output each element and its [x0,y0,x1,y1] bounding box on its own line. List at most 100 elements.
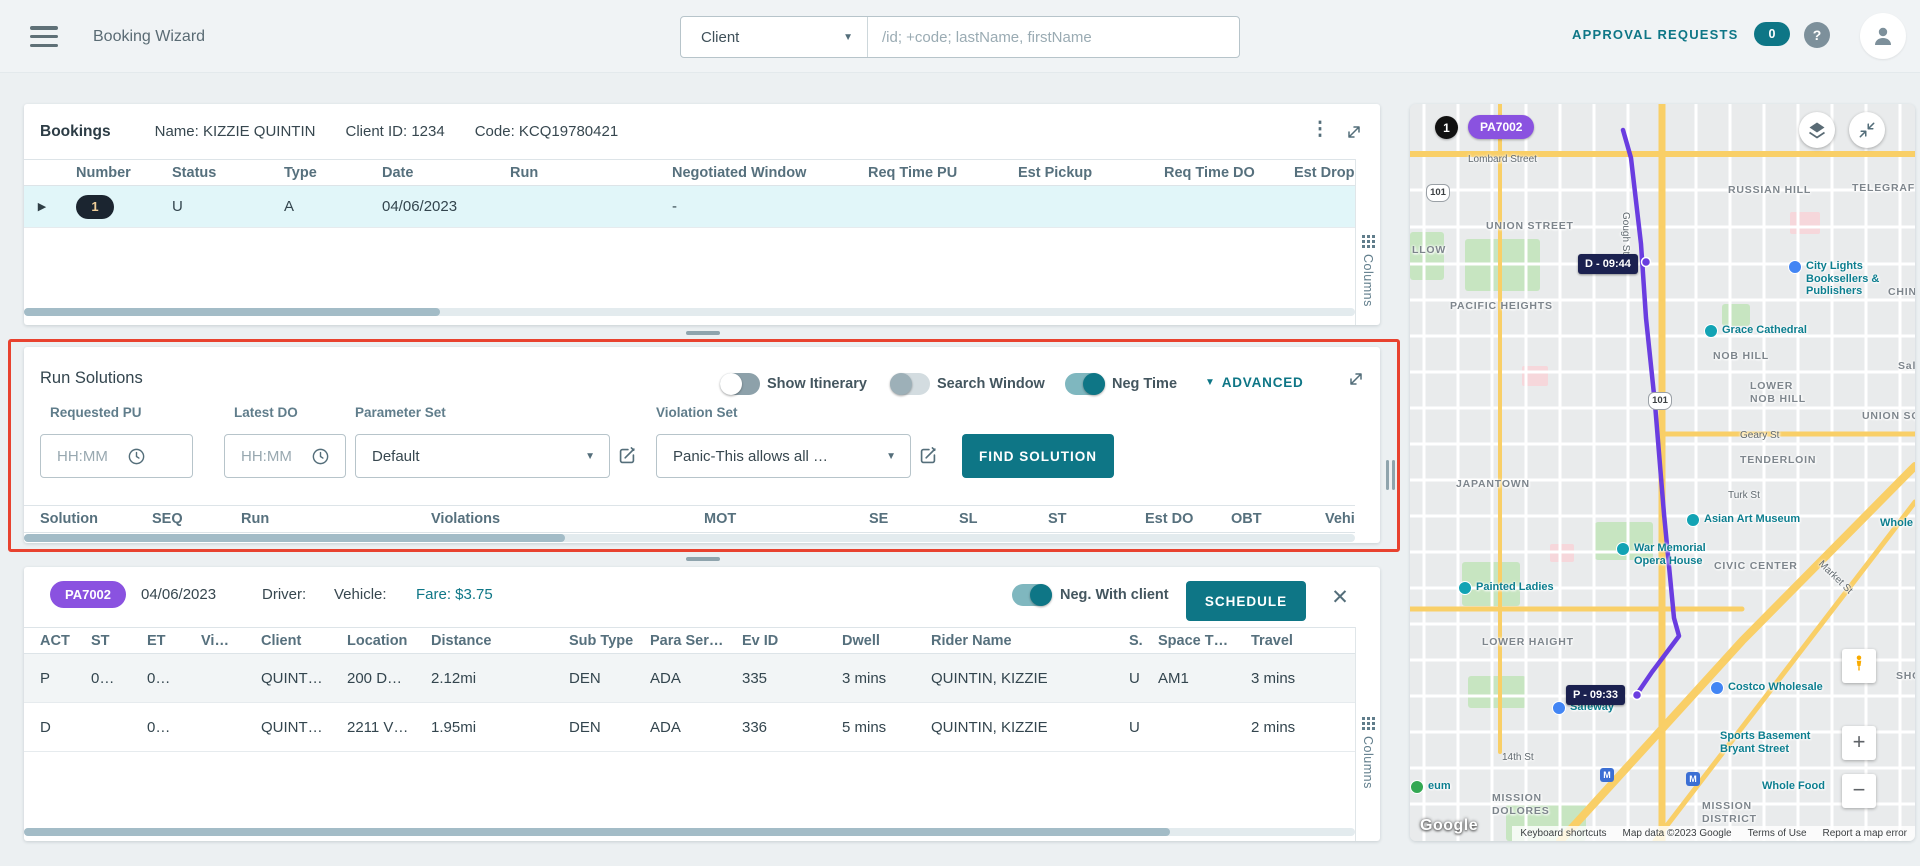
latest-do-input[interactable] [241,448,311,465]
terms-link[interactable]: Terms of Use [1748,828,1807,839]
column-header[interactable]: Run [494,165,656,181]
column-header[interactable]: Para Ser… [634,633,726,649]
column-header[interactable]: Solution [24,511,136,527]
neg-with-client-toggle[interactable] [1012,584,1052,606]
pegman-button[interactable] [1842,649,1876,683]
column-header[interactable]: Req Time DO [1148,165,1278,181]
table-cell: DEN [553,719,634,736]
chevron-down-icon: ▼ [843,32,853,43]
approval-requests-count-badge: 0 [1754,22,1790,46]
column-header[interactable]: Travel [1235,633,1355,649]
column-header[interactable]: Space T… [1142,633,1235,649]
edit-parameter-set-icon[interactable] [616,445,638,472]
column-header[interactable]: Number [60,165,156,181]
map-panel[interactable]: Lombard StreetRUSSIAN HILLTELEGRAFUNION … [1410,104,1915,841]
column-header[interactable]: Dwell [826,633,915,649]
column-header[interactable]: Vi… [185,633,245,649]
column-header[interactable]: Req Time PU [852,165,1002,181]
horizontal-scrollbar [24,534,1355,542]
toggle-label: Show Itinerary [767,376,867,392]
column-header[interactable]: Run [225,511,415,527]
panel-resize-handle[interactable] [686,557,720,561]
column-header[interactable]: Est DO [1129,511,1215,527]
table-cell: P [24,670,75,687]
parameter-set-select[interactable]: Default ▼ [355,434,610,478]
split-resize-handle[interactable] [1386,460,1395,490]
stop-row-dropoff[interactable]: D 0… QUINT… 2211 V… 1.95mi DEN ADA 336 5… [24,703,1355,752]
zoom-out-button[interactable]: − [1842,774,1876,808]
map-layers-button[interactable] [1799,112,1835,148]
column-header[interactable]: ST [1032,511,1129,527]
column-header[interactable]: Client [245,633,331,649]
scrollbar-thumb[interactable] [24,828,1170,836]
google-logo[interactable]: Google [1420,817,1478,835]
column-header[interactable]: Date [366,165,494,181]
column-header[interactable]: Location [331,633,415,649]
column-header[interactable]: Violations [415,511,688,527]
map-label: MISSION DISTRICT [1702,800,1774,826]
global-search: Client ▼ [680,16,1240,58]
show-itinerary-toggle[interactable] [720,373,760,395]
zoom-in-button[interactable]: + [1842,726,1876,760]
table-cell: QUINTIN, KIZZIE [915,670,1113,687]
report-error-link[interactable]: Report a map error [1823,828,1907,839]
keyboard-shortcuts-link[interactable]: Keyboard shortcuts [1520,828,1606,839]
kebab-menu-icon[interactable]: ⋮ [1310,118,1330,144]
column-header[interactable]: Type [268,165,366,181]
column-header[interactable]: Ev ID [726,633,826,649]
columns-strip[interactable]: Columns [1355,159,1380,325]
column-header[interactable]: ET [131,633,185,649]
column-header[interactable]: Est Pickup [1002,165,1148,181]
expand-panel-icon[interactable] [1344,122,1364,147]
column-header[interactable]: SE [853,511,943,527]
latest-do-field[interactable] [224,434,346,478]
stop-row-pickup[interactable]: P 0… 0… QUINT… 200 D… 2.12mi DEN ADA 335… [24,654,1355,703]
column-header[interactable]: Est Dropoff [1278,165,1355,181]
chevron-down-icon: ▼ [874,451,896,462]
neg-time-toggle-group: Neg Time [1065,372,1177,396]
table-cell: U [1113,719,1142,736]
user-avatar[interactable] [1860,13,1906,59]
expand-panel-icon[interactable] [1346,369,1366,394]
find-solution-button[interactable]: FIND SOLUTION [962,434,1114,478]
column-header[interactable]: S. [1113,633,1142,649]
violation-set-select[interactable]: Panic-This allows all … ▼ [656,434,911,478]
requested-pu-input[interactable] [57,448,127,465]
map-label: JAPANTOWN [1456,478,1530,490]
column-header[interactable]: Rider Name [915,633,1113,649]
search-category-select[interactable]: Client ▼ [681,17,867,57]
booking-row[interactable]: ▶ 1 U A 04/06/2023 - [24,186,1355,228]
column-header[interactable]: Vehicle [1309,511,1355,527]
column-header[interactable]: Status [156,165,268,181]
column-header[interactable]: Sub Type [553,633,634,649]
column-header[interactable]: SL [943,511,1032,527]
column-header[interactable]: OBT [1215,511,1309,527]
panel-resize-handle[interactable] [686,331,720,335]
column-header[interactable]: MOT [688,511,853,527]
fare-value: Fare: $3.75 [416,586,493,603]
column-header[interactable]: Distance [415,633,553,649]
clock-icon [127,447,146,466]
search-input[interactable] [867,17,1239,57]
table-cell: 3 mins [826,670,915,687]
column-header[interactable]: Negotiated Window [656,165,852,181]
close-icon[interactable]: ✕ [1327,585,1353,611]
collapse-map-button[interactable] [1849,112,1885,148]
stop-count-badge: 1 [1435,116,1458,139]
column-header[interactable]: ACT [24,633,75,649]
column-header[interactable]: ST [75,633,131,649]
scrollbar-thumb[interactable] [24,308,440,316]
menu-icon[interactable] [30,26,58,47]
scrollbar-thumb[interactable] [24,534,565,542]
neg-time-toggle[interactable] [1065,373,1105,395]
approval-requests-button[interactable]: APPROVAL REQUESTS [1572,27,1739,42]
edit-violation-set-icon[interactable] [917,445,939,472]
help-icon[interactable]: ? [1804,22,1830,48]
advanced-button[interactable]: ▼ ADVANCED [1205,375,1304,390]
expand-row-icon[interactable]: ▶ [24,200,60,213]
search-window-toggle[interactable] [890,373,930,395]
columns-strip[interactable]: Columns [1355,627,1380,841]
column-header[interactable]: SEQ [136,511,225,527]
requested-pu-field[interactable] [40,434,193,478]
schedule-button[interactable]: SCHEDULE [1186,581,1306,621]
